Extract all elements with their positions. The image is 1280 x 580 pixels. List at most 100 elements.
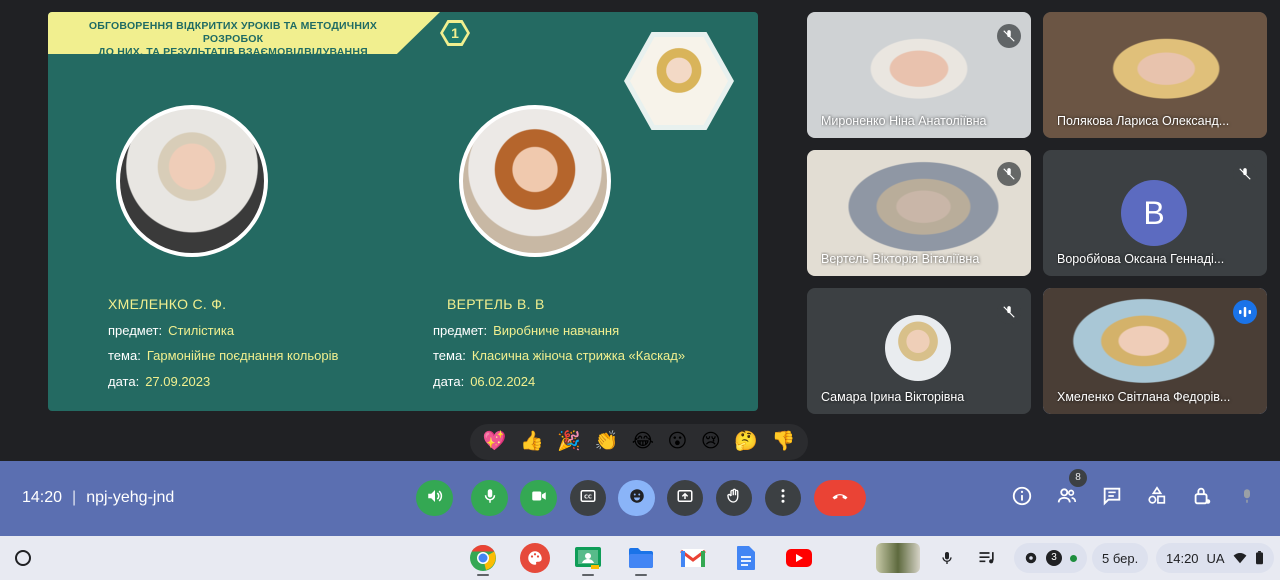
host-controls-button[interactable] [1189, 485, 1215, 511]
chrome-app[interactable] [468, 543, 498, 573]
captions-icon: CC [579, 487, 597, 510]
teacher-1-date-label: дата: [108, 374, 140, 389]
people-icon [1056, 485, 1078, 512]
reaction-clap[interactable]: 👏 [594, 424, 618, 460]
youtube-app[interactable] [784, 543, 814, 573]
status-dot-icon [1070, 554, 1077, 562]
reaction-sad[interactable]: 😢 [701, 424, 721, 460]
reaction-thumbs-down[interactable]: 👎 [771, 424, 795, 460]
hang-up-icon [829, 487, 851, 510]
participant-tile[interactable]: Самара Ірина Вікторівна [807, 288, 1031, 414]
mic-off-icon [1238, 485, 1256, 512]
more-options-button[interactable] [765, 480, 801, 516]
mic-off-icon [1233, 162, 1257, 186]
participant-avatar: В [1121, 180, 1187, 246]
classroom-app[interactable] [573, 543, 603, 573]
speaking-indicator-icon [1233, 300, 1257, 324]
emoji-reactions-button[interactable] [618, 480, 655, 516]
presentation-slide: ОБГОВОРЕННЯ ВІДКРИТИХ УРОКІВ ТА МЕТОДИЧН… [48, 12, 758, 411]
reaction-heart[interactable]: 💖 [483, 424, 507, 460]
os-shelf: 3 5 бер. 14:20 UA [0, 536, 1280, 580]
mic-icon [942, 552, 952, 564]
mic-status-button[interactable] [1234, 485, 1260, 511]
banner-line-2: ДО НИХ, ТА РЕЗУЛЬТАТІВ ВЗАЄМОВІДВІДУВАНН… [98, 46, 368, 58]
mic-button[interactable] [471, 480, 508, 516]
mic-icon [481, 487, 499, 510]
teacher-1-subject: предмет: Стилістика [108, 323, 234, 338]
record-icon [1025, 552, 1037, 564]
status-tray[interactable]: 14:20 UA [1156, 543, 1274, 573]
raise-hand-button[interactable] [716, 480, 752, 516]
meeting-details-button[interactable] [1009, 485, 1035, 511]
participant-tile[interactable]: Мироненко Ніна Анатоліївна [807, 12, 1031, 138]
captions-button[interactable]: CC [570, 480, 606, 516]
paint-app[interactable] [520, 543, 550, 573]
meeting-toolbar: 14:20 | npj-yehg-jnd CC 8 [0, 461, 1280, 536]
notification-count-badge: 3 [1046, 550, 1062, 566]
reaction-surprised[interactable]: 😮 [667, 424, 687, 460]
leave-call-button[interactable] [814, 480, 866, 516]
teacher-2-name: ВЕРТЕЛЬ В. В [447, 296, 545, 312]
playlist-button[interactable] [972, 543, 1002, 573]
shapes-icon [1146, 485, 1168, 512]
activities-button[interactable] [1144, 485, 1170, 511]
slide-banner-text: ОБГОВОРЕННЯ ВІДКРИТИХ УРОКІВ ТА МЕТОДИЧН… [58, 20, 408, 59]
present-icon [676, 487, 694, 510]
present-button[interactable] [667, 480, 703, 516]
gmail-icon [680, 549, 706, 567]
shelf-date: 5 бер. [1102, 550, 1139, 566]
chat-button[interactable] [1099, 485, 1125, 511]
presenter-hex-photo [624, 32, 734, 130]
teacher-1-topic-label: тема: [108, 348, 141, 363]
lock-person-icon [1191, 485, 1213, 512]
meeting-code: npj-yehg-jnd [86, 489, 175, 506]
gmail-app[interactable] [678, 543, 708, 573]
participant-tile-speaking[interactable]: Хмеленко Світлана Федорів... [1043, 288, 1267, 414]
teacher-2-topic: тема: Класична жіноча стрижка «Каскад» [433, 348, 685, 363]
mic-off-icon [997, 24, 1021, 48]
audio-output-button[interactable] [416, 480, 453, 516]
participant-tile[interactable]: Полякова Лариса Олександ... [1043, 12, 1267, 138]
reaction-laugh[interactable]: 😂 [632, 424, 654, 460]
voice-input-button[interactable] [932, 543, 962, 573]
date-tray[interactable]: 5 бер. [1092, 543, 1149, 573]
mic-off-icon [997, 300, 1021, 324]
participant-tile[interactable]: Вертель Вікторія Віталіївна [807, 150, 1031, 276]
slide-number: 1 [443, 23, 467, 43]
reaction-thumbs-up[interactable]: 👍 [520, 424, 544, 460]
participant-tile[interactable]: В Воробйова Оксана Геннаді... [1043, 150, 1267, 276]
reaction-party[interactable]: 🎉 [557, 424, 581, 460]
meeting-info: 14:20 | npj-yehg-jnd [22, 489, 174, 507]
participant-avatar [885, 315, 951, 381]
shelf-time: 14:20 [1166, 550, 1199, 566]
classroom-icon [575, 547, 601, 569]
camera-button[interactable] [520, 480, 557, 516]
meeting-separator: | [72, 489, 77, 506]
teacher-1-date-value: 27.09.2023 [145, 374, 211, 389]
files-app[interactable] [626, 543, 656, 573]
notification-tray[interactable]: 3 [1014, 543, 1087, 573]
launcher-icon [15, 550, 31, 566]
hand-icon [725, 487, 743, 510]
participant-name: Хмеленко Світлана Федорів... [1057, 390, 1231, 404]
teacher-2-subject-label: предмет: [433, 323, 488, 338]
wifi-icon [1233, 552, 1247, 564]
launcher-button[interactable] [12, 547, 34, 569]
camera-icon [530, 487, 548, 510]
teacher-1-date: дата: 27.09.2023 [108, 374, 210, 389]
docs-app[interactable] [731, 543, 761, 573]
window-thumbnail[interactable] [876, 543, 920, 573]
banner-line-1: ОБГОВОРЕННЯ ВІДКРИТИХ УРОКІВ ТА МЕТОДИЧН… [88, 20, 378, 45]
info-icon [1011, 485, 1033, 512]
svg-text:CC: CC [584, 494, 592, 500]
teacher-2-portrait [459, 105, 611, 257]
chrome-running-indicator [477, 574, 489, 576]
participant-name: Полякова Лариса Олександ... [1057, 114, 1230, 128]
folder-icon [629, 548, 653, 568]
people-button[interactable] [1054, 485, 1080, 511]
youtube-icon [786, 549, 812, 567]
files-running-indicator [635, 574, 647, 576]
teacher-1-subject-label: предмет: [108, 323, 163, 338]
chat-icon [1101, 485, 1123, 512]
reaction-thinking[interactable]: 🤔 [734, 424, 758, 460]
